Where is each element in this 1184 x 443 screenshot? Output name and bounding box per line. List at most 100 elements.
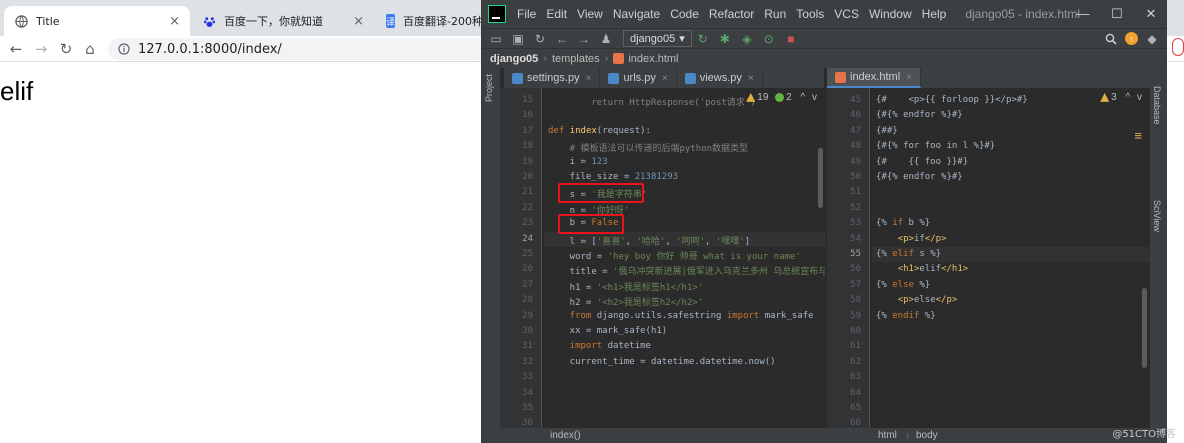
stop-icon[interactable]: ■ (783, 31, 799, 47)
right-breadcrumb-html[interactable]: html (878, 430, 897, 441)
code-line[interactable]: h2 = '<h2>我是标签h2</h2>' (548, 295, 704, 308)
code-line[interactable]: import datetime (548, 341, 651, 351)
code-line[interactable]: h1 = '<h1>我是标签h1</h1>' (548, 280, 704, 293)
tab-urls-py[interactable]: urls.py × (600, 68, 677, 88)
maximize-button[interactable]: ☐ (1100, 0, 1134, 28)
tab-views-py[interactable]: views.py × (677, 68, 763, 88)
run-config-label: django05 (630, 32, 676, 45)
tab-index-html[interactable]: index.html × (827, 68, 921, 88)
menu-tools[interactable]: Tools (796, 7, 824, 21)
back-button[interactable]: ← (7, 40, 25, 58)
plugin-icon[interactable]: ◆ (1144, 31, 1160, 47)
info-icon[interactable] (118, 43, 130, 55)
breadcrumb-project[interactable]: django05 (490, 53, 538, 65)
code-line[interactable]: {% if b %} (876, 218, 930, 228)
code-line[interactable]: l = ['喜喜', '哈哈', '呵呵', '嘿嘿'] (548, 234, 750, 247)
browser-tab-title[interactable]: Title × (4, 6, 190, 36)
code-line[interactable]: <p>else</p> (876, 295, 958, 305)
code-line[interactable]: word = 'hey boy 你好 帅哥 what is your name' (548, 249, 801, 262)
code-line[interactable]: def index(request): (548, 126, 651, 136)
code-line[interactable]: {##} (876, 126, 898, 136)
browser-tab-translate[interactable]: 译 百度翻译-200种语言 (376, 6, 486, 36)
coverage-icon[interactable]: ◈ (739, 31, 755, 47)
close-icon[interactable]: × (906, 72, 912, 83)
line-number: 64 (850, 387, 861, 398)
code-line[interactable]: {# {{ foo }}#} (876, 157, 968, 167)
chevron-down-icon[interactable]: v (1137, 92, 1142, 103)
breadcrumb-file[interactable]: index.html (628, 53, 678, 65)
forward-button[interactable]: → (32, 40, 50, 58)
menu-run[interactable]: Run (764, 7, 786, 21)
code-line[interactable]: <h1>elif</h1> (876, 264, 968, 274)
profile-icon[interactable]: ⊙ (761, 31, 777, 47)
left-breadcrumb-function[interactable]: index() (550, 430, 581, 441)
close-icon[interactable]: × (662, 73, 668, 84)
address-bar[interactable]: 127.0.0.1:8000/index/ (108, 38, 488, 60)
right-breadcrumb-body[interactable]: body (916, 430, 938, 441)
forward-nav-icon[interactable]: → (576, 31, 592, 47)
home-button[interactable]: ⌂ (81, 40, 99, 58)
open-folder-icon[interactable]: ▭ (488, 31, 504, 47)
user-icon[interactable]: ♟ (598, 31, 614, 47)
rerun-icon[interactable]: ↻ (695, 31, 711, 47)
close-window-button[interactable]: ✕ (1134, 0, 1167, 28)
menu-code[interactable]: Code (670, 7, 699, 21)
menu-window[interactable]: Window (869, 7, 912, 21)
code-line[interactable]: current_time = datetime.datetime.now() (548, 357, 776, 367)
database-tool-button[interactable]: Database (1152, 86, 1162, 125)
update-icon[interactable]: ↑ (1125, 32, 1138, 45)
menu-file[interactable]: File (517, 7, 536, 21)
code-line[interactable]: file_size = 21381293 (548, 172, 678, 182)
sciview-tool-button[interactable]: SciView (1152, 200, 1162, 232)
views-py-editor[interactable]: 15 16 17 18 19 20 21 22 23 24 25 26 27 28 29 30 31 32 33 34… (500, 88, 825, 428)
code-line[interactable]: <p>if</p> (876, 234, 947, 244)
close-icon[interactable]: × (169, 14, 180, 29)
menu-vcs[interactable]: VCS (834, 7, 859, 21)
breadcrumb-folder[interactable]: templates (552, 53, 600, 65)
code-line[interactable]: from django.utils.safestring import mark… (548, 311, 814, 321)
code-line[interactable]: {% else %} (876, 280, 930, 290)
menu-view[interactable]: View (577, 7, 603, 21)
code-line[interactable]: {% elif s %} (876, 249, 941, 259)
menu-edit[interactable]: Edit (546, 7, 567, 21)
index-html-editor[interactable]: 45 46 47 48 49 50 51 52 53 54 55 56 57 58 59 60 61 62 63 64… (827, 88, 1150, 428)
browser-tab-baidu[interactable]: 百度一下，你就知道 × (192, 6, 374, 36)
menu-help[interactable]: Help (922, 7, 947, 21)
chevron-down-icon[interactable]: v (812, 92, 817, 103)
minimize-button[interactable]: — (1066, 0, 1100, 28)
tab-settings-py[interactable]: settings.py × (504, 68, 601, 88)
code-line[interactable]: {# <p>{{ forloop }}</p>#} (876, 95, 1028, 105)
run-config-select[interactable]: django05 ▾ (623, 30, 692, 47)
close-icon[interactable]: × (748, 73, 754, 84)
save-icon[interactable]: ▣ (510, 31, 526, 47)
back-nav-icon[interactable]: ← (554, 31, 570, 47)
inspection-widget[interactable]: 19 2 ^ v (746, 92, 817, 103)
reload-button[interactable]: ↻ (57, 40, 75, 58)
menu-navigate[interactable]: Navigate (613, 7, 660, 21)
close-icon[interactable]: × (586, 73, 592, 84)
code-line[interactable]: title = '俄乌冲突新进展|俄军进入乌克兰多州 乌总统宣布与俄断交' (548, 264, 825, 277)
menu-refactor[interactable]: Refactor (709, 7, 754, 21)
line-number: 55 (850, 249, 861, 259)
code-line[interactable]: xx = mark_safe(h1) (548, 326, 668, 336)
code-line[interactable]: # 模板语法可以传递的后端python数据类型 (548, 141, 748, 154)
chevron-up-icon[interactable]: ^ (801, 92, 806, 103)
editor-scrollbar[interactable] (1142, 288, 1147, 368)
search-icon[interactable] (1103, 31, 1119, 47)
sync-icon[interactable]: ↻ (532, 31, 548, 47)
structure-menu-icon[interactable]: ≡ (1134, 128, 1142, 143)
chevron-up-icon[interactable]: ^ (1126, 92, 1131, 103)
code-line[interactable]: return HttpResponse('post请求') (548, 95, 755, 108)
close-icon[interactable]: × (353, 14, 364, 29)
profile-avatar-edge[interactable] (1172, 38, 1184, 56)
editor-scrollbar[interactable] (818, 148, 823, 208)
code-line[interactable]: {% endif %} (876, 311, 936, 321)
project-tool-button[interactable]: Project (484, 74, 494, 102)
code-line[interactable]: {#{% endfor %}#} (876, 110, 963, 120)
code-line[interactable]: {#{% for foo in l %}#} (876, 141, 995, 151)
line-number: 27 (522, 279, 533, 290)
code-line[interactable]: {#{% endfor %}#} (876, 172, 963, 182)
inspection-widget[interactable]: 3 ^ v (1100, 92, 1142, 103)
debug-icon[interactable]: ✱ (717, 31, 733, 47)
code-line[interactable]: i = 123 (548, 157, 608, 167)
